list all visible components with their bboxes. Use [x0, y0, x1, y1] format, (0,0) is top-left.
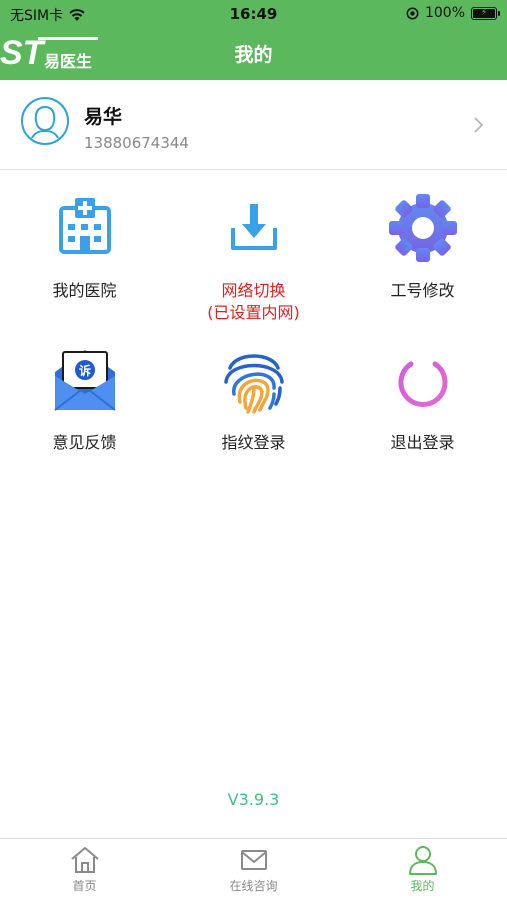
chevron-right-icon — [474, 117, 484, 133]
version-label: V3.9.3 — [227, 790, 280, 809]
tab-bar: 首页 在线咨询 我的 — [0, 838, 507, 900]
tab-online-consult[interactable]: 在线咨询 — [169, 845, 338, 894]
battery-icon: ⚡ — [471, 6, 500, 20]
menu-fingerprint-login[interactable]: 指纹登录 — [169, 342, 338, 454]
fingerprint-icon — [223, 354, 284, 414]
menu-network-switch[interactable]: 网络切换 (已设置内网) — [169, 190, 338, 324]
tab-label: 在线咨询 — [229, 879, 278, 893]
tab-mine[interactable]: 我的 — [338, 845, 507, 894]
menu-label: 工号修改 — [390, 281, 455, 300]
hospital-icon — [58, 198, 111, 254]
menu-label: 意见反馈 — [52, 433, 117, 452]
home-icon — [70, 847, 99, 873]
menu-label: 网络切换 — [221, 281, 286, 300]
network-status-label: (已设置内网) — [207, 303, 300, 322]
status-right: 100% ⚡ — [406, 5, 500, 21]
power-icon — [398, 349, 447, 407]
menu-logout[interactable]: 退出登录 — [338, 342, 507, 454]
menu-employee-id-change[interactable]: 工号修改 — [338, 190, 507, 302]
menu-my-hospital[interactable]: 我的医院 — [0, 190, 169, 302]
gear-icon — [388, 194, 457, 262]
tab-label: 首页 — [72, 879, 97, 893]
profile-phone: 13880674344 — [84, 134, 189, 152]
menu-label: 指纹登录 — [221, 433, 286, 452]
download-icon — [230, 204, 277, 250]
top-bar: 无SIM卡 16:49 100% ⚡ ST 易医生 我的 — [0, 0, 507, 80]
mail-icon — [240, 850, 267, 870]
complaint-envelope-icon: 诉 — [53, 350, 116, 411]
menu-label: 退出登录 — [390, 433, 455, 452]
user-icon — [408, 846, 437, 875]
status-bar: 无SIM卡 16:49 100% ⚡ — [0, 0, 507, 28]
menu-label: 我的医院 — [52, 281, 117, 300]
tab-label: 我的 — [410, 879, 435, 893]
orientation-lock-icon — [406, 7, 419, 19]
menu-feedback[interactable]: 诉 意见反馈 — [0, 342, 169, 454]
page-title: 我的 — [234, 44, 273, 66]
profile-row[interactable]: 易华 13880674344 — [0, 80, 507, 170]
tab-home[interactable]: 首页 — [0, 845, 169, 894]
profile-name: 易华 — [84, 106, 123, 128]
avatar-icon — [21, 97, 69, 145]
feedback-badge-text: 诉 — [78, 363, 90, 378]
battery-percent: 100% — [424, 5, 465, 21]
